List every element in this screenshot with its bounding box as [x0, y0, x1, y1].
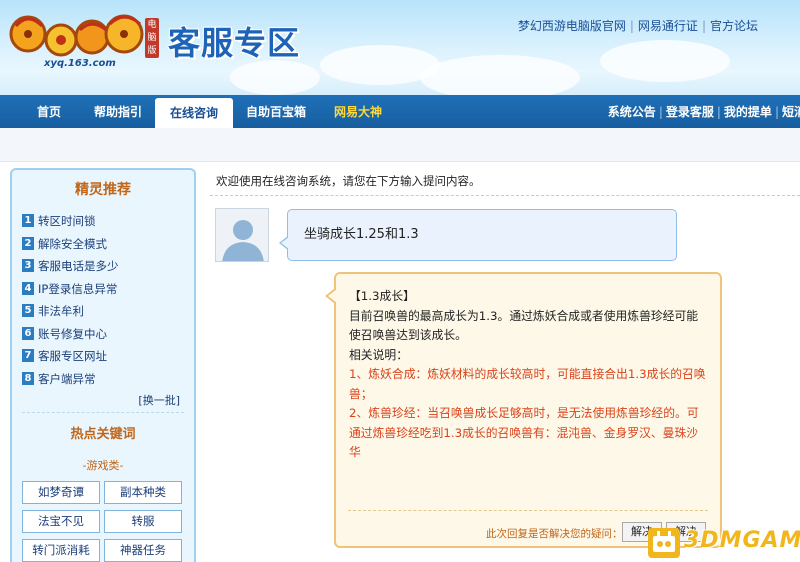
- bubble-tail: [281, 237, 289, 249]
- official-site-link[interactable]: 梦幻西游电脑版官网: [518, 19, 626, 33]
- user-message-bubble: 坐骑成长1.25和1.3: [279, 209, 677, 261]
- keyword-button[interactable]: 转服: [104, 510, 182, 533]
- number-badge: 8: [22, 371, 34, 385]
- keyword-button[interactable]: 如梦奇谭: [22, 481, 100, 504]
- list-item-label: 客服电话是多少: [38, 259, 119, 273]
- divider: [348, 510, 708, 511]
- list-item-label: 客户端异常: [38, 371, 96, 386]
- number-badge: 6: [22, 326, 34, 340]
- list-item-label: IP登录信息异常: [38, 281, 118, 296]
- logo-badge: 电脑版: [145, 18, 159, 58]
- messages-link[interactable]: 短消: [782, 105, 800, 119]
- cloud-decoration: [230, 60, 320, 95]
- top-links: 梦幻西游电脑版官网 | 网易通行证 | 官方论坛: [517, 19, 758, 33]
- divider: [22, 412, 184, 413]
- my-tickets-link[interactable]: 我的提单: [724, 105, 772, 119]
- cloud-decoration: [600, 40, 730, 82]
- logo-url: xyq.163.com: [44, 58, 116, 69]
- answer-line: 目前召唤兽的最高成长为1.3。通过炼妖合成或者使用炼兽珍经可能使召唤兽达到该成长…: [349, 308, 699, 343]
- recommend-list: 1 转区时间锁 2 解除安全模式 3 客服电话是多少 4 IP登录信息异常 5 非法牟利 …: [12, 210, 194, 390]
- answer-point: 1、炼妖合成：炼妖材料的成长较高时，可能直接合出1.3成长的召唤兽；: [349, 367, 706, 401]
- list-item[interactable]: 3 客服电话是多少: [22, 255, 194, 278]
- list-item-label: 转区时间锁: [38, 214, 96, 228]
- nav-self-service[interactable]: 自助百宝箱: [238, 95, 314, 128]
- system-notice-link[interactable]: 系统公告: [608, 105, 656, 119]
- list-item[interactable]: 2 解除安全模式: [22, 233, 194, 256]
- netease-passport-link[interactable]: 网易通行证: [638, 19, 698, 33]
- page-title: 客服专区: [168, 24, 301, 62]
- site-header: xyq.163.com 电脑版 客服专区 梦幻西游电脑版官网 | 网易通行证 | 官方论…: [0, 0, 800, 95]
- list-item[interactable]: 4 IP登录信息异常: [22, 278, 194, 301]
- number-badge: 2: [22, 236, 34, 250]
- number-badge: 3: [22, 259, 34, 272]
- hot-keywords-title: 热点关键词: [70, 427, 136, 442]
- feedback-question: 此次回复是否解决您的疑问：: [486, 528, 623, 540]
- list-item[interactable]: 8 客户端异常: [22, 368, 194, 391]
- category-label: -游戏类-: [82, 459, 124, 472]
- login-service-link[interactable]: 登录客服: [666, 105, 714, 119]
- user-message-text: 坐骑成长1.25和1.3: [304, 227, 419, 242]
- watermark-text: 3DMGAME: [684, 528, 800, 553]
- watermark-logo-icon: [648, 528, 680, 558]
- answer-heading: 【1.3成长】: [349, 289, 415, 303]
- cloud-decoration: [420, 55, 580, 95]
- answer-point: 2、炼兽珍经：当召唤兽成长足够高时，是无法使用炼兽珍经的。可通过炼兽珍经吃到1.…: [349, 406, 699, 459]
- keyword-button[interactable]: 转门派消耗: [22, 539, 100, 562]
- sidebar: 精灵推荐 1 转区时间锁 2 解除安全模式 3 客服电话是多少 4 IP登录信息异常 5…: [10, 168, 196, 562]
- keyword-button[interactable]: 副本种类: [104, 481, 182, 504]
- number-badge: 7: [22, 349, 34, 362]
- answer-body: 【1.3成长】 目前召唤兽的最高成长为1.3。通过炼妖合成或者使用炼兽珍经可能使…: [349, 287, 709, 463]
- list-item-label: 解除安全模式: [38, 236, 107, 251]
- list-item-label: 账号修复中心: [38, 326, 107, 341]
- keyword-button[interactable]: 神器任务: [104, 539, 182, 562]
- number-badge: 1: [22, 214, 34, 227]
- sidebar-title: 精灵推荐: [75, 182, 131, 198]
- list-item[interactable]: 1 转区时间锁: [22, 210, 194, 233]
- nav-right-links: 系统公告 | 登录客服 | 我的提单 | 短消: [608, 95, 800, 128]
- list-item-label: 非法牟利: [38, 304, 84, 318]
- main-nav: 首页 帮助指引 在线咨询 自助百宝箱 网易大神 系统公告 | 登录客服 | 我的提单 | 短…: [0, 95, 800, 128]
- user-avatar-icon: [215, 208, 269, 262]
- nav-help-guide[interactable]: 帮助指引: [86, 95, 150, 128]
- watermark: 3DMGAME: [648, 522, 800, 562]
- list-item-label: 客服专区网址: [38, 349, 107, 363]
- nav-home[interactable]: 首页: [22, 95, 76, 128]
- sub-bar: [0, 128, 800, 162]
- refresh-batch-link[interactable]: [换一批]: [138, 392, 180, 408]
- number-badge: 5: [22, 304, 34, 317]
- bubble-tail: [328, 289, 337, 303]
- answer-note-label: 相关说明：: [349, 347, 408, 362]
- welcome-message: 欢迎使用在线咨询系统，请您在下方输入提问内容。: [216, 174, 481, 188]
- nav-online-consult[interactable]: 在线咨询: [155, 98, 233, 128]
- official-forum-link[interactable]: 官方论坛: [710, 19, 758, 33]
- list-item[interactable]: 6 账号修复中心: [22, 323, 194, 346]
- list-item[interactable]: 5 非法牟利: [22, 300, 194, 323]
- number-badge: 4: [22, 281, 34, 295]
- list-item[interactable]: 7 客服专区网址: [22, 345, 194, 368]
- keyword-button[interactable]: 法宝不见: [22, 510, 100, 533]
- nav-netease-dashen[interactable]: 网易大神: [323, 95, 393, 128]
- divider: [210, 195, 800, 196]
- answer-bubble: 【1.3成长】 目前召唤兽的最高成长为1.3。通过炼妖合成或者使用炼兽珍经可能使…: [325, 272, 722, 548]
